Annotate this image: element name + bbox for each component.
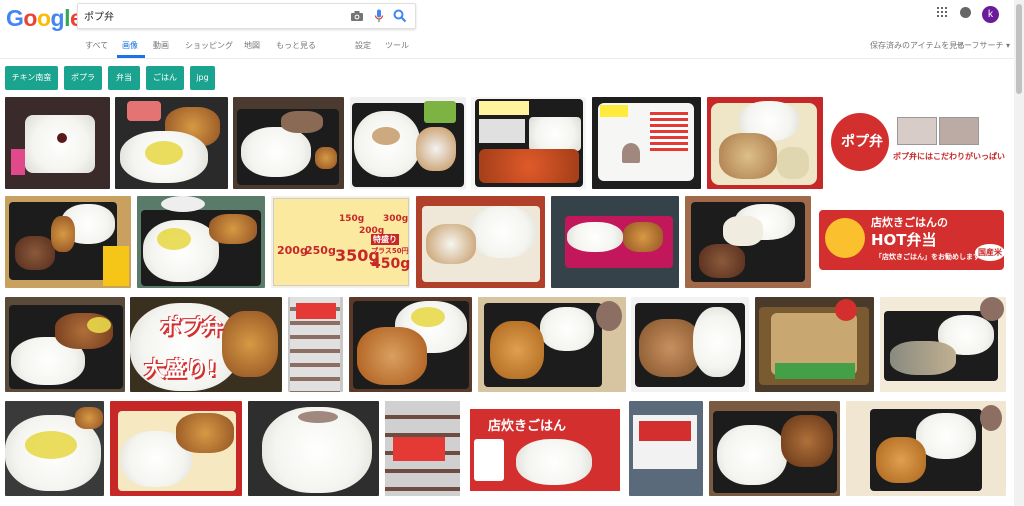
thumbnail-text: 店炊きごはん	[488, 419, 567, 434]
saved-items-link[interactable]: 保存済みのアイテムを見る	[870, 40, 965, 51]
camera-icon[interactable]	[349, 8, 365, 24]
page-scrollbar[interactable]	[1014, 0, 1024, 506]
image-thumbnail[interactable]	[349, 297, 472, 392]
image-thumbnail[interactable]	[631, 297, 749, 392]
tab-tools[interactable]: ツール	[385, 40, 409, 51]
thumbnail-text: 200g	[277, 244, 308, 257]
image-thumbnail[interactable]	[5, 297, 125, 392]
tab-settings[interactable]: 設定	[355, 40, 371, 51]
thumbnail-text: ポプ弁	[841, 134, 883, 150]
thumbnail-text: 150g	[339, 214, 365, 224]
image-thumbnail[interactable]	[115, 97, 228, 189]
thumbnail-text: 特盛り	[371, 234, 399, 245]
logo-letter: g	[50, 5, 65, 31]
tab-images[interactable]: 画像	[122, 40, 138, 51]
apps-grid-icon[interactable]	[937, 7, 947, 17]
tab-more[interactable]: もっと見る	[276, 40, 316, 51]
thumbnail-text: プラス50円	[371, 247, 409, 255]
image-thumbnail[interactable]	[248, 401, 379, 496]
tab-maps[interactable]: 地図	[244, 40, 260, 51]
scrollbar-thumb[interactable]	[1016, 4, 1022, 94]
thumbnail-text: ポプ弁	[160, 315, 223, 339]
image-thumbnail[interactable]	[5, 401, 104, 496]
image-thumbnail[interactable]	[592, 97, 701, 189]
safesearch-menu[interactable]: セーフサーチ ▾	[956, 40, 1010, 51]
chip-chicken-nanban[interactable]: チキン南蛮	[5, 66, 58, 90]
image-thumbnail[interactable]	[629, 401, 703, 496]
tab-shopping[interactable]: ショッピング	[185, 40, 233, 51]
thumbnail-text: 450g	[371, 256, 410, 272]
image-thumbnail[interactable]	[707, 97, 823, 189]
thumbnail-text: 「店炊きごはん」をお勧めします	[875, 253, 980, 261]
chip-bento[interactable]: 弁当	[108, 66, 140, 90]
image-thumbnail[interactable]	[288, 297, 343, 392]
image-thumbnail[interactable]	[880, 297, 1006, 392]
logo-letter: o	[36, 5, 51, 31]
image-thumbnail[interactable]	[385, 401, 460, 496]
avatar[interactable]: k	[982, 6, 999, 23]
image-thumbnail[interactable]	[471, 97, 586, 189]
image-thumbnail[interactable]	[137, 196, 265, 288]
image-thumbnail[interactable]	[755, 297, 874, 392]
image-thumbnail[interactable]	[685, 196, 811, 288]
logo-letter: G	[6, 5, 24, 31]
chip-gohan[interactable]: ごはん	[146, 66, 184, 90]
google-logo[interactable]: Google	[6, 5, 83, 32]
image-thumbnail[interactable]: 店炊きごはんの HOT弁当 「店炊きごはん」をお勧めします 国産米	[817, 196, 1006, 288]
search-tabs: すべて 画像 動画 ショッピング 地図 もっと見る 設定 ツール 保存済みのアイ…	[0, 40, 1024, 58]
image-thumbnail[interactable]: ポプ弁 ポプ弁にはこだわりがいっぱい!	[827, 97, 1006, 189]
chip-jpg[interactable]: jpg	[190, 66, 215, 90]
thumbnail-text: 250g	[305, 244, 336, 257]
image-thumbnail[interactable]	[846, 401, 1006, 496]
search-icon[interactable]	[392, 8, 408, 24]
image-thumbnail[interactable]: ポプ弁 大盛り!	[130, 297, 282, 392]
image-thumbnail[interactable]	[416, 196, 545, 288]
microphone-icon[interactable]	[371, 8, 387, 24]
thumbnail-text: ポプ弁にはこだわりがいっぱい!	[893, 152, 1006, 161]
image-thumbnail[interactable]	[5, 196, 131, 288]
thumbnail-text: HOT弁当	[871, 231, 937, 249]
thumbnail-text: 300g	[383, 214, 409, 224]
image-thumbnail[interactable]	[350, 97, 466, 189]
notifications-icon[interactable]	[960, 7, 971, 18]
image-thumbnail[interactable]	[551, 196, 679, 288]
thumbnail-text: 国産米	[975, 244, 1005, 261]
search-input[interactable]	[84, 6, 334, 24]
search-box[interactable]	[77, 3, 416, 29]
chip-poplar[interactable]: ポプラ	[64, 66, 102, 90]
image-thumbnail[interactable]: 店炊きごはん	[466, 401, 623, 496]
logo-letter: o	[23, 5, 37, 31]
image-thumbnail[interactable]: 150g 200g 300g 200g 250g 350g 450g 特盛り プ…	[271, 196, 410, 288]
tab-all[interactable]: すべて	[85, 40, 108, 51]
thumbnail-text: 店炊きごはんの	[871, 216, 948, 229]
tab-videos[interactable]: 動画	[153, 40, 169, 51]
header-divider	[0, 58, 1024, 59]
image-thumbnail[interactable]	[478, 297, 626, 392]
image-thumbnail[interactable]	[110, 401, 242, 496]
image-thumbnail[interactable]	[709, 401, 840, 496]
image-thumbnail[interactable]	[5, 97, 110, 189]
image-thumbnail[interactable]	[233, 97, 344, 189]
thumbnail-text: 大盛り!	[144, 357, 217, 381]
